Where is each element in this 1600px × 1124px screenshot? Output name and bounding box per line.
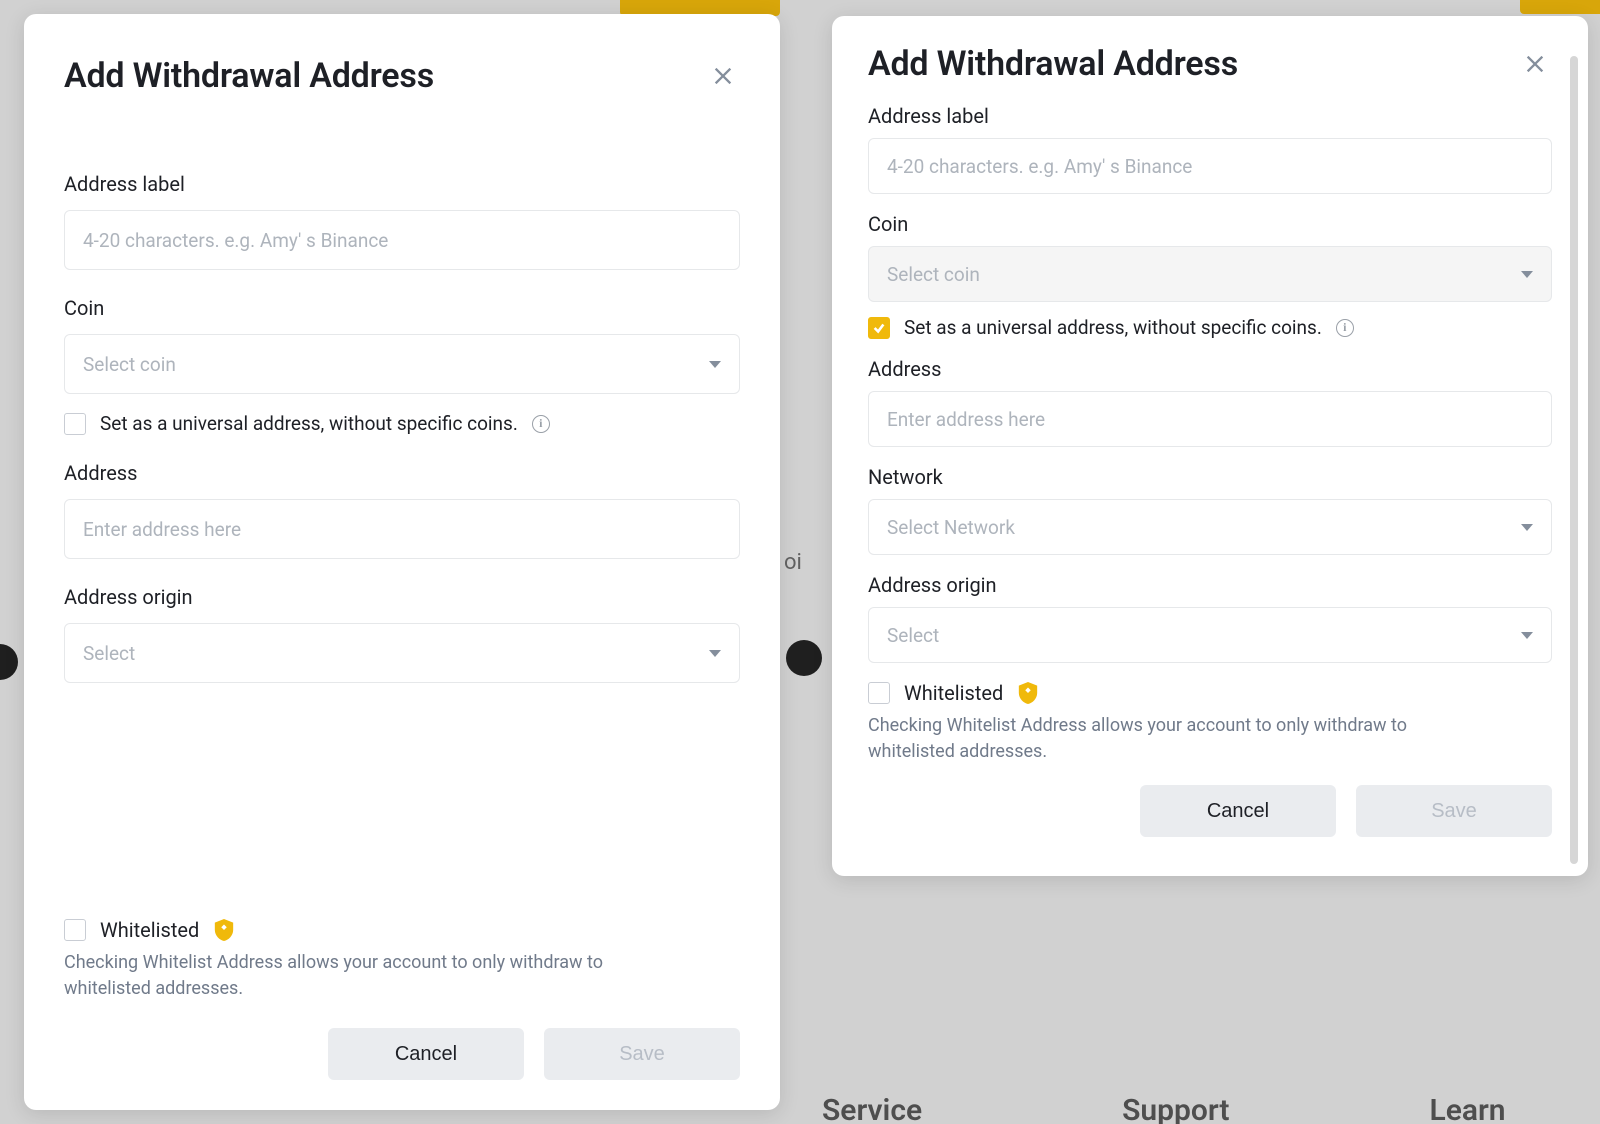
whitelist-desc: Checking Whitelist Address allows your a… (868, 713, 1488, 765)
whitelist-desc: Checking Whitelist Address allows your a… (64, 950, 684, 1002)
field-network: Network Select Network (868, 465, 1552, 555)
field-address: Address Enter address here (868, 357, 1552, 447)
input-address-label[interactable]: 4-20 characters. e.g. Amy' s Binance (868, 138, 1552, 194)
input-address-label[interactable]: 4-20 characters. e.g. Amy' s Binance (64, 210, 740, 270)
select-coin[interactable]: Select coin (64, 334, 740, 394)
input-address[interactable]: Enter address here (868, 391, 1552, 447)
info-icon[interactable]: i (532, 415, 550, 433)
chevron-down-icon (1521, 271, 1533, 278)
select-origin[interactable]: Select (64, 623, 740, 683)
close-icon[interactable] (1518, 47, 1552, 81)
cancel-button[interactable]: Cancel (328, 1028, 524, 1080)
select-network[interactable]: Select Network (868, 499, 1552, 555)
whitelist-block: Whitelisted Checking Whitelist Address a… (868, 681, 1552, 765)
field-address-label: Address label 4-20 characters. e.g. Amy'… (64, 172, 740, 270)
universal-text: Set as a universal address, without spec… (100, 412, 518, 435)
label-whitelist: Whitelisted (100, 918, 199, 942)
save-button[interactable]: Save (1356, 785, 1552, 837)
modal-add-withdrawal-left: Add Withdrawal Address Address label 4-2… (24, 14, 780, 1110)
select-coin[interactable]: Select coin (868, 246, 1552, 302)
label-address: Address (64, 461, 740, 485)
label-network: Network (868, 465, 1552, 489)
scrollbar[interactable] (1570, 56, 1578, 864)
modal-add-withdrawal-right: Add Withdrawal Address Address label 4-2… (832, 16, 1588, 876)
whitelist-block: Whitelisted Checking Whitelist Address a… (64, 918, 740, 1002)
checkbox-universal[interactable] (868, 317, 890, 339)
field-coin: Coin Select coin Set as a universal addr… (64, 296, 740, 435)
field-address-label: Address label 4-20 characters. e.g. Amy'… (868, 104, 1552, 194)
field-address: Address Enter address here (64, 461, 740, 559)
modal-title: Add Withdrawal Address (64, 56, 434, 96)
chevron-down-icon (709, 361, 721, 368)
label-address-label: Address label (64, 172, 740, 196)
label-address: Address (868, 357, 1552, 381)
checkbox-whitelist[interactable] (64, 919, 86, 941)
label-whitelist: Whitelisted (904, 681, 1003, 705)
shield-icon (1017, 681, 1039, 705)
universal-text: Set as a universal address, without spec… (904, 316, 1322, 339)
chevron-down-icon (1521, 632, 1533, 639)
checkbox-universal[interactable] (64, 413, 86, 435)
label-coin: Coin (64, 296, 740, 320)
save-button[interactable]: Save (544, 1028, 740, 1080)
field-coin: Coin Select coin Set as a universal addr… (868, 212, 1552, 339)
close-icon[interactable] (706, 59, 740, 93)
select-origin[interactable]: Select (868, 607, 1552, 663)
chevron-down-icon (709, 650, 721, 657)
field-origin: Address origin Select (868, 573, 1552, 663)
modal-title: Add Withdrawal Address (868, 44, 1238, 84)
shield-icon (213, 918, 235, 942)
info-icon[interactable]: i (1336, 319, 1354, 337)
chevron-down-icon (1521, 524, 1533, 531)
input-address[interactable]: Enter address here (64, 499, 740, 559)
label-coin: Coin (868, 212, 1552, 236)
label-origin: Address origin (868, 573, 1552, 597)
checkbox-whitelist[interactable] (868, 682, 890, 704)
cancel-button[interactable]: Cancel (1140, 785, 1336, 837)
field-origin: Address origin Select (64, 585, 740, 683)
label-origin: Address origin (64, 585, 740, 609)
label-address-label: Address label (868, 104, 1552, 128)
